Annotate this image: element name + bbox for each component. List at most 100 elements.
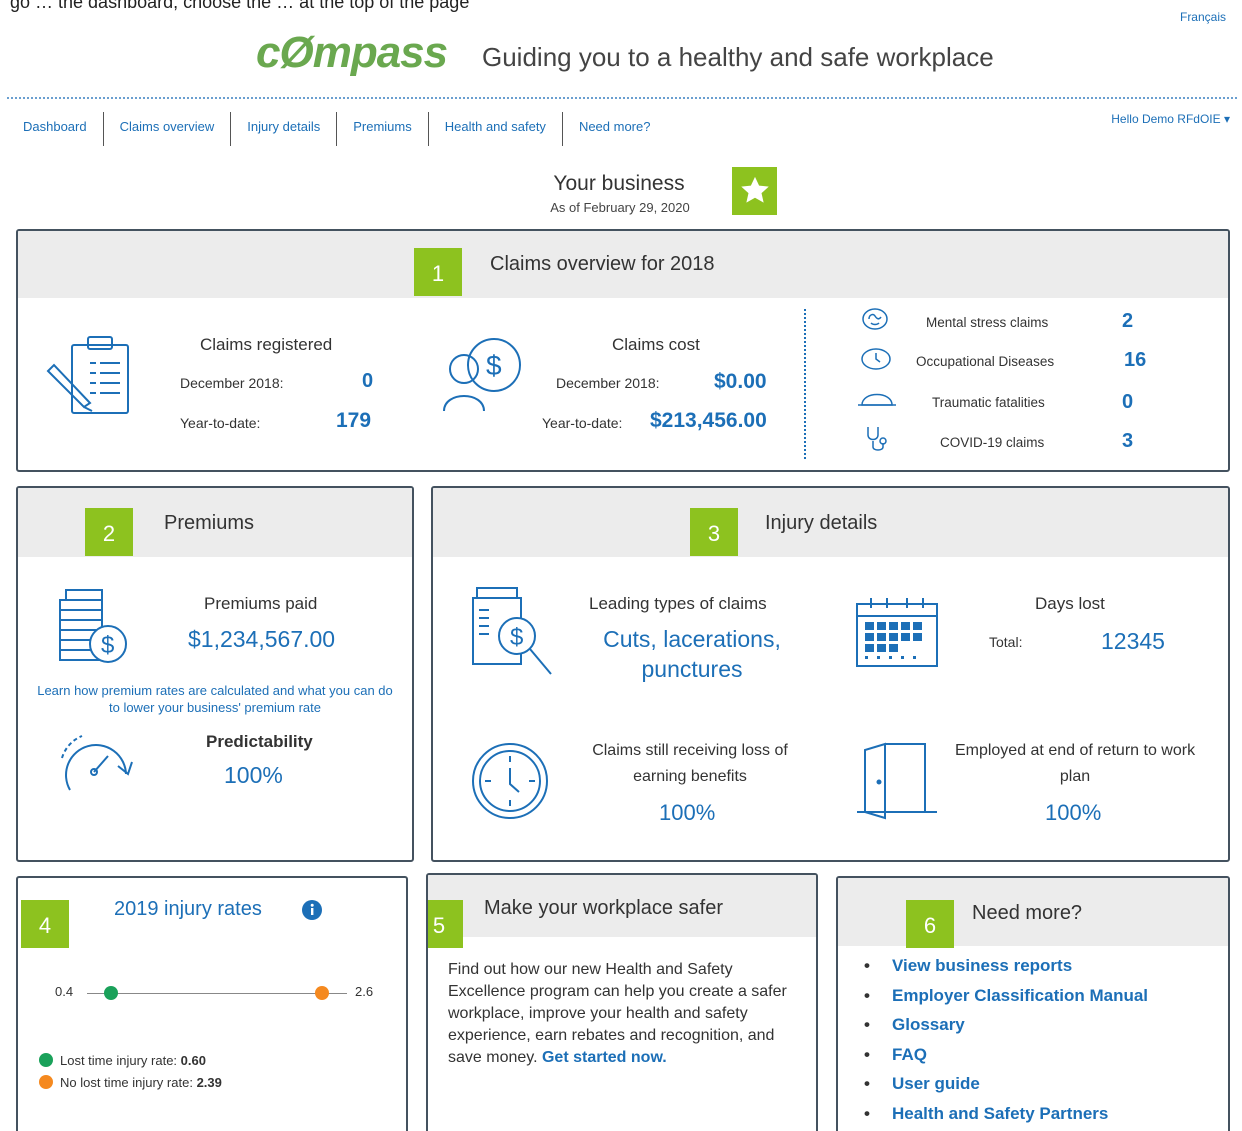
premiums-paid-value: $1,234,567.00 (188, 626, 336, 652)
injury-rates-panel: 4 2019 injury rates 0.4 2.6 Lost time in… (16, 876, 408, 1131)
document-search-icon: $ (469, 584, 559, 689)
leading-types-label: Leading types of claims (589, 594, 767, 613)
injury-panel-title: Injury details (765, 512, 878, 534)
stacked-coins-icon: $ (56, 586, 130, 675)
nav-premiums[interactable]: Premiums (337, 112, 429, 146)
get-started-link[interactable]: Get started now. (542, 1049, 667, 1066)
step-number-4: 4 (21, 900, 69, 948)
brain-icon (860, 307, 890, 336)
page-title: Your business (553, 172, 685, 195)
predictability-value: 100% (224, 762, 283, 788)
link-health-safety-partners[interactable]: Health and Safety Partners (864, 1104, 1148, 1131)
occupational-diseases-label: Occupational Diseases (916, 354, 1055, 369)
star-icon (732, 167, 777, 215)
hard-hat-icon (856, 389, 898, 414)
no-lost-time-marker (315, 986, 330, 1000)
workplace-safer-panel: 5 Make your workplace safer Find out how… (426, 873, 818, 1131)
need-more-panel: 6 Need more? View business reports Emplo… (836, 876, 1230, 1131)
calendar-icon (853, 596, 941, 677)
claims-panel-title: Claims overview for 2018 (490, 253, 715, 275)
employed-label: Employed at end of return to work plan (954, 742, 1196, 785)
door-icon (855, 740, 939, 825)
rate-range-track (87, 993, 347, 994)
stopwatch-icon (469, 740, 551, 827)
premium-rates-link[interactable]: Learn how premium rates are calculated a… (34, 682, 396, 716)
stethoscope-icon (864, 425, 894, 458)
no-lost-time-legend: No lost time injury rate: 2.39 (60, 1075, 222, 1090)
claims-registered-label: Claims registered (200, 335, 333, 354)
compass-logo: cØmpass (256, 28, 448, 77)
need-more-panel-title: Need more? (972, 902, 1083, 924)
main-nav: Dashboard Claims overview Injury details… (8, 112, 666, 146)
logo-tagline: Guiding you to a healthy and safe workpl… (482, 42, 994, 72)
mental-stress-label: Mental stress claims (926, 315, 1049, 330)
injury-details-panel: 3 Injury details $ Leading types of clai… (431, 486, 1230, 862)
cost-ytd-label: Year-to-date: (542, 415, 623, 431)
step-number-3: 3 (690, 508, 738, 556)
nav-claims-overview[interactable]: Claims overview (104, 112, 232, 146)
cropped-instruction-text: go … the dashboard, choose the … at the … (10, 0, 470, 12)
premiums-paid-label: Premiums paid (204, 594, 318, 613)
safer-body-text: Find out how our new Health and Safety E… (448, 961, 787, 1066)
nav-health-and-safety[interactable]: Health and safety (429, 112, 563, 146)
user-menu[interactable]: Hello Demo RFdOIE ▾ (1111, 112, 1230, 126)
loss-of-earnings-value: 100% (659, 800, 716, 825)
speedometer-icon (52, 728, 136, 809)
cost-dec-value: $0.00 (714, 370, 767, 393)
mental-stress-value: 2 (1122, 310, 1134, 332)
link-employer-classification-manual[interactable]: Employer Classification Manual (864, 986, 1148, 1016)
registered-dec-value: 0 (362, 370, 374, 392)
step-number-1: 1 (414, 248, 462, 296)
nav-dashboard[interactable]: Dashboard (8, 112, 104, 146)
traumatic-fatalities-label: Traumatic fatalities (932, 395, 1045, 410)
link-faq[interactable]: FAQ (864, 1045, 1148, 1075)
step-number-5: 5 (428, 900, 463, 948)
claims-overview-panel: 1 Claims overview for 2018 Claims regist… (16, 229, 1230, 472)
as-of-date: As of February 29, 2020 (550, 200, 690, 215)
language-toggle-link[interactable]: Français (1180, 10, 1226, 24)
registered-ytd-value: 179 (336, 409, 372, 432)
registered-dec-label: December 2018: (180, 375, 284, 391)
predictability-label: Predictability (206, 732, 313, 751)
info-icon[interactable] (302, 900, 322, 925)
lost-time-marker (103, 986, 118, 1000)
resource-links: View business reports Employer Classific… (864, 956, 1148, 1131)
traumatic-fatalities-value: 0 (1122, 391, 1134, 413)
people-dollar-icon: $ (442, 335, 528, 420)
rate-max-label: 2.6 (355, 984, 374, 999)
premiums-panel: 2 Premiums $ Premiums paid $1,234,567.00… (16, 486, 414, 862)
link-glossary[interactable]: Glossary (864, 1015, 1148, 1045)
days-total-label: Total: (989, 634, 1023, 650)
occupational-diseases-value: 16 (1124, 349, 1147, 371)
svg-text:$: $ (486, 350, 502, 381)
days-lost-label: Days lost (1035, 594, 1105, 613)
link-view-business-reports[interactable]: View business reports (864, 956, 1148, 986)
svg-text:$: $ (510, 624, 523, 651)
days-total-value: 12345 (1101, 628, 1165, 654)
nav-injury-details[interactable]: Injury details (231, 112, 338, 146)
clipboard-icon (44, 333, 136, 422)
claims-divider (804, 309, 806, 459)
link-user-guide[interactable]: User guide (864, 1074, 1148, 1104)
rate-min-label: 0.4 (55, 984, 74, 999)
lost-time-legend: Lost time injury rate: 0.60 (60, 1053, 206, 1068)
step-number-6: 6 (906, 900, 954, 948)
no-lost-time-legend-dot (39, 1075, 53, 1089)
clock-icon (860, 347, 892, 376)
cost-ytd-value: $213,456.00 (650, 409, 767, 432)
registered-ytd-label: Year-to-date: (180, 415, 261, 431)
safer-panel-title: Make your workplace safer (484, 897, 723, 919)
leading-types-value: Cuts, lacerations, punctures (603, 626, 781, 682)
covid-claims-label: COVID-19 claims (940, 435, 1045, 450)
premiums-panel-title: Premiums (164, 512, 255, 534)
covid-claims-value: 3 (1122, 430, 1134, 452)
nav-need-more[interactable]: Need more? (563, 112, 667, 146)
svg-text:$: $ (101, 632, 114, 659)
header-divider (7, 97, 1237, 99)
lost-time-legend-dot (39, 1053, 53, 1067)
injury-rates-title[interactable]: 2019 injury rates (114, 898, 262, 921)
claims-cost-label: Claims cost (612, 335, 700, 354)
loss-of-earnings-label: Claims still receiving loss of earning b… (592, 742, 788, 785)
employed-value: 100% (1045, 800, 1102, 825)
cost-dec-label: December 2018: (556, 375, 660, 391)
